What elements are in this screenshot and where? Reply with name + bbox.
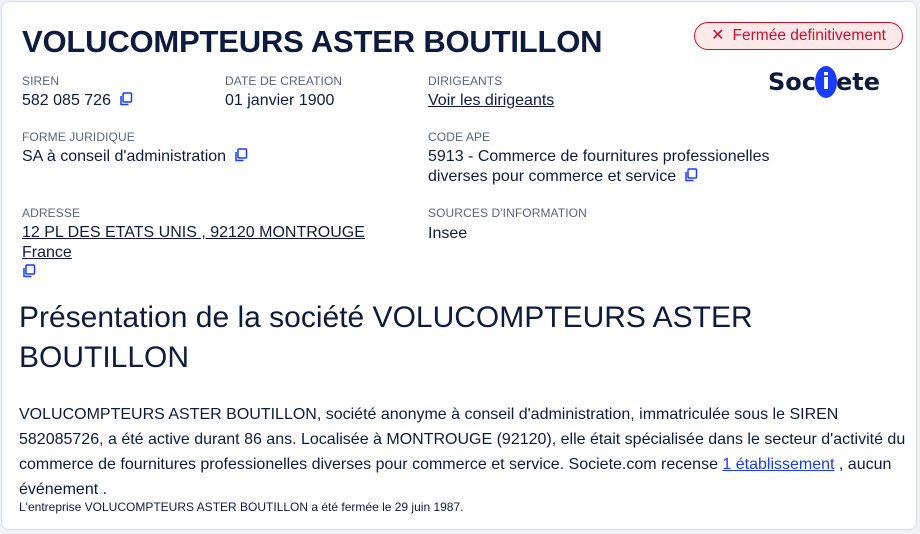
address-link[interactable]: 12 PL DES ETATS UNIS , 92120 MONTROUGE F… [22, 224, 365, 261]
siren-value: 582 085 726 [22, 92, 111, 109]
logo-i-circle: i [815, 66, 837, 98]
field-siren: SIREN 582 085 726 [22, 74, 133, 111]
creation-date-value: 01 janvier 1900 [225, 92, 335, 109]
dirigeants-link[interactable]: Voir les dirigeants [428, 92, 554, 109]
field-address: ADRESSE 12 PL DES ETATS UNIS , 92120 MON… [22, 206, 402, 283]
establishments-link[interactable]: 1 établissement [722, 456, 834, 473]
closure-note: L'entreprise VOLUCOMPTEURS ASTER BOUTILL… [19, 500, 464, 514]
field-label: SOURCES D'INFORMATION [428, 206, 587, 220]
company-title: VOLUCOMPTEURS ASTER BOUTILLON [22, 24, 603, 59]
field-label: SIREN [22, 74, 60, 88]
field-sources: SOURCES D'INFORMATION Insee [428, 206, 587, 244]
copy-icon[interactable] [22, 264, 36, 278]
societe-logo[interactable]: Soc i ete [768, 62, 880, 102]
logo-text-right: ete [835, 68, 880, 96]
sources-value: Insee [428, 225, 468, 242]
logo-text-left: Soc [768, 68, 816, 96]
presentation-title: Présentation de la société VOLUCOMPTEURS… [19, 301, 753, 374]
field-label: FORME JURIDIQUE [22, 130, 135, 144]
field-label: DATE DE CREATION [225, 74, 343, 88]
presentation-text: VOLUCOMPTEURS ASTER BOUTILLON, société a… [19, 402, 911, 502]
copy-icon[interactable] [684, 168, 698, 182]
ape-value-line2: diverses pour commerce et service [428, 168, 677, 185]
copy-icon[interactable] [234, 148, 248, 162]
field-value: diverses pour commerce et service [428, 167, 808, 187]
ape-value-line1: 5913 - Commerce de fournitures professio… [428, 148, 770, 165]
field-legal-form: FORME JURIDIQUE SA à conseil d'administr… [22, 130, 248, 167]
status-badge-label: Fermée definitivement [732, 27, 886, 44]
copy-icon[interactable] [119, 92, 133, 106]
legal-form-value: SA à conseil d'administration [22, 148, 227, 165]
status-badge: ✕ Fermée definitivement [694, 22, 903, 50]
field-dirigeants: DIRIGEANTS Voir les dirigeants [428, 74, 554, 111]
close-icon: ✕ [711, 27, 725, 44]
field-creation-date: DATE DE CREATION 01 janvier 1900 [225, 74, 342, 111]
field-value: SA à conseil d'administration [22, 147, 248, 167]
company-card: VOLUCOMPTEURS ASTER BOUTILLON ✕ Fermée d… [1, 1, 917, 530]
field-value: 582 085 726 [22, 91, 133, 111]
field-label: DIRIGEANTS [428, 74, 503, 88]
field-label: ADRESSE [22, 206, 81, 220]
field-ape-code: CODE APE 5913 - Commerce de fournitures … [428, 130, 808, 187]
field-label: CODE APE [428, 130, 491, 144]
